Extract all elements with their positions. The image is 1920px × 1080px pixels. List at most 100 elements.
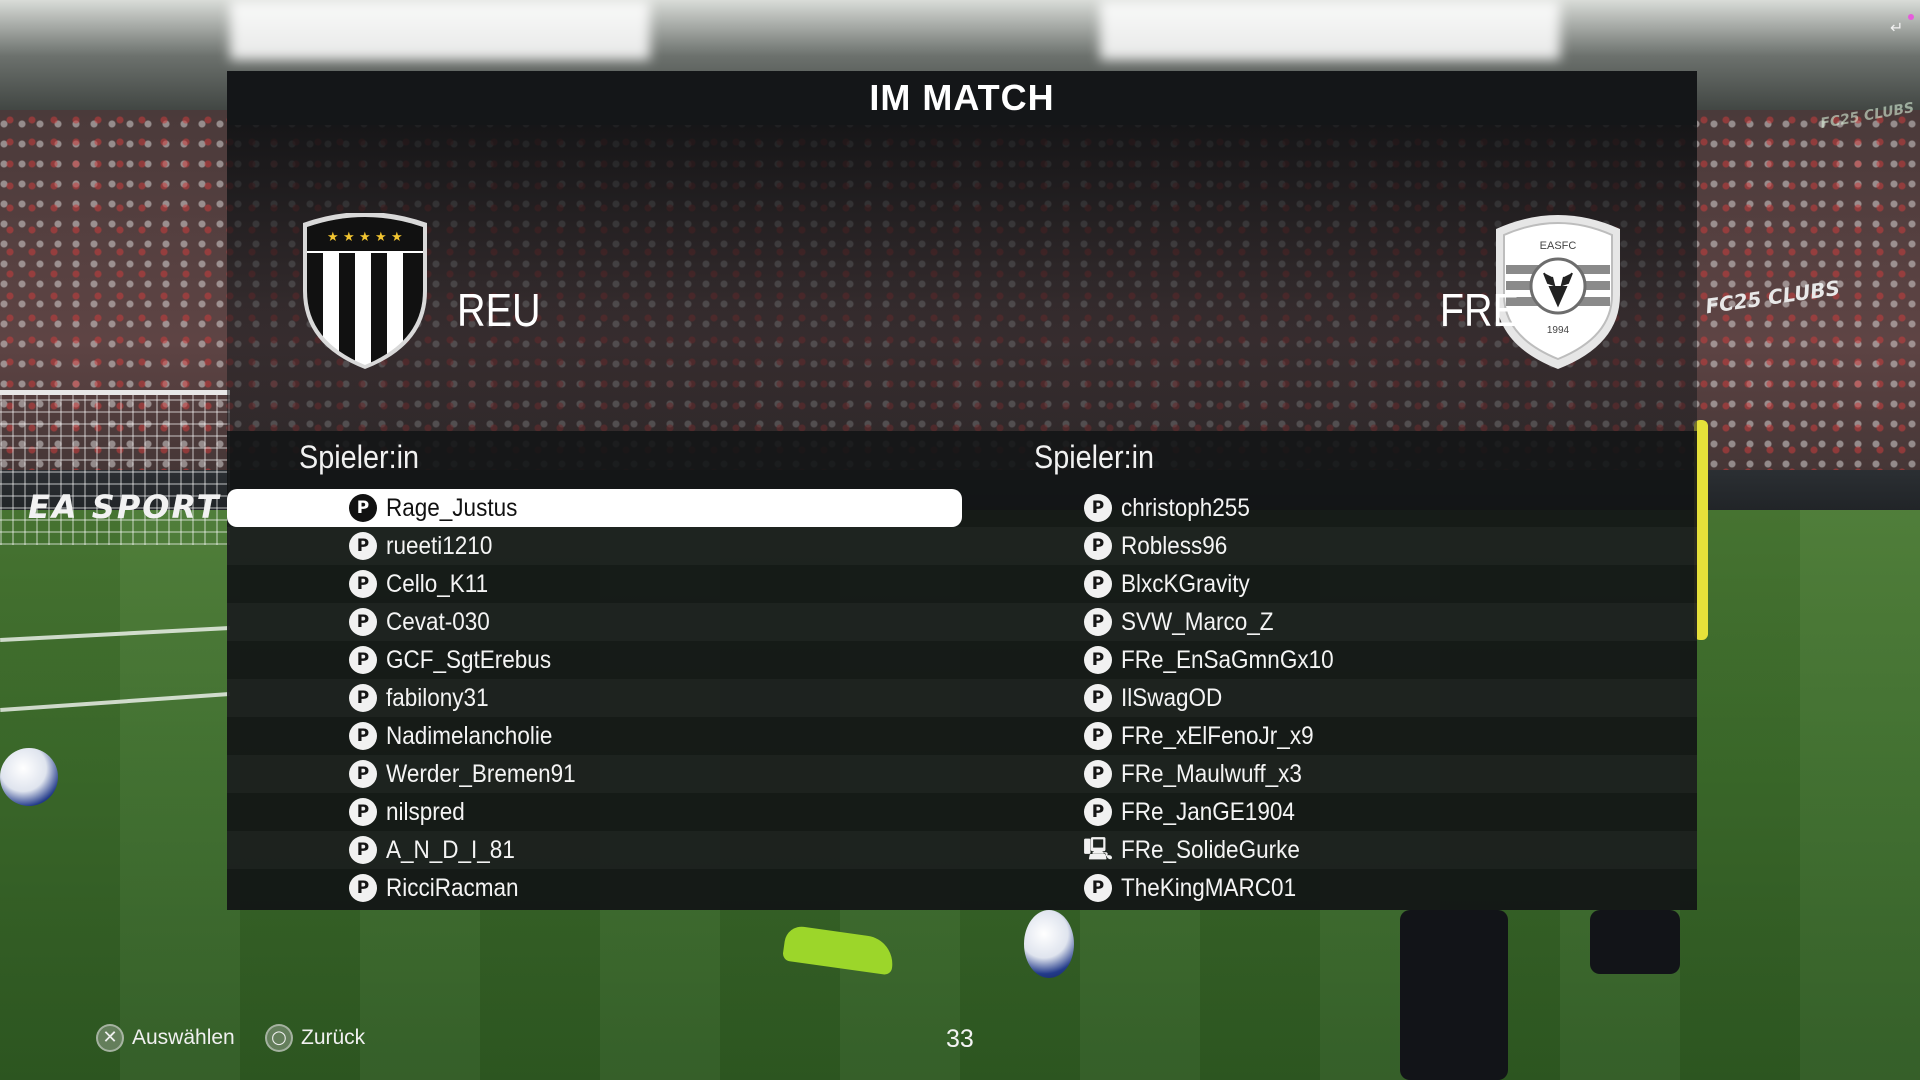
- home-roster-column: Spieler:in P Rage_Justus Prueeti1210 P Cello…: [227, 431, 962, 910]
- playstation-icon: P: [349, 532, 377, 560]
- player-name: nilspred: [386, 797, 465, 826]
- player-name: FRe_Maulwuff_x3: [1121, 759, 1302, 788]
- playstation-icon: P: [349, 874, 377, 902]
- match-timer: 33: [946, 1025, 974, 1053]
- playstation-icon: P: [349, 798, 377, 826]
- away-crest-year-text: 1994: [1547, 325, 1570, 336]
- player-row[interactable]: Pfabilony31: [227, 679, 962, 717]
- page-title: IM MATCH: [869, 77, 1055, 118]
- player-name: Rage_Justus: [386, 493, 518, 522]
- cross-button-icon: ✕: [96, 1024, 124, 1052]
- player-row[interactable]: 🖳 FRe_SolideGurke: [962, 831, 1697, 869]
- player-name: GCF_SgtErebus: [386, 645, 552, 674]
- playstation-icon: P: [1084, 532, 1112, 560]
- playstation-icon: P: [349, 608, 377, 636]
- player-row[interactable]: Pchristoph255: [962, 489, 1697, 527]
- player-leg: [1400, 910, 1508, 1080]
- playstation-icon: P: [1084, 570, 1112, 598]
- back-button[interactable]: ○ Zurück: [265, 1024, 365, 1052]
- playstation-icon: P: [349, 722, 377, 750]
- player-row[interactable]: P RicciRacman: [227, 869, 962, 907]
- playstation-icon: P: [1084, 646, 1112, 674]
- player-name: A_N_D_I_81: [386, 835, 515, 864]
- player-row[interactable]: P GCF_SgtErebus: [227, 641, 962, 679]
- playstation-icon: P: [1084, 684, 1112, 712]
- football: [0, 748, 58, 806]
- player-row[interactable]: P Rage_Justus: [227, 489, 962, 527]
- player-name: christoph255: [1121, 493, 1250, 522]
- player-row[interactable]: P Werder_Bremen91: [227, 755, 962, 793]
- notification-dot: [1908, 14, 1914, 20]
- player-row[interactable]: P Cello_K11: [227, 565, 962, 603]
- football: [1024, 910, 1074, 978]
- playstation-icon: P: [1084, 760, 1112, 788]
- pc-icon: 🖳: [1083, 837, 1113, 862]
- player-name: Werder_Bremen91: [386, 759, 576, 788]
- player-name: RicciRacman: [386, 873, 519, 902]
- player-row[interactable]: P FRe_Maulwuff_x3: [962, 755, 1697, 793]
- home-player-list: P Rage_Justus Prueeti1210 P Cello_K11 P Cevat-…: [227, 489, 962, 907]
- player-name: Cevat-030: [386, 607, 490, 636]
- playstation-icon: P: [1084, 608, 1112, 636]
- svg-text:★: ★: [375, 230, 387, 245]
- player-row[interactable]: P FRe_JanGE1904: [962, 793, 1697, 831]
- select-button-label: Auswählen: [132, 1026, 235, 1049]
- svg-text:★: ★: [359, 230, 371, 245]
- player-name: Nadimelancholie: [386, 721, 553, 750]
- away-team-abbreviation: FRE: [1439, 284, 1519, 336]
- player-row[interactable]: P SVW_Marco_Z: [962, 603, 1697, 641]
- player-row[interactable]: Pnilspred: [227, 793, 962, 831]
- home-team-abbreviation: REU: [457, 284, 541, 336]
- select-button[interactable]: ✕ Auswählen: [96, 1024, 235, 1052]
- player-name: rueeti1210: [386, 531, 493, 560]
- roster-table: Spieler:in P Rage_Justus Prueeti1210 P Cello…: [227, 431, 1697, 910]
- player-row[interactable]: P FRe_xElFenoJr_x9: [962, 717, 1697, 755]
- player-name: FRe_SolideGurke: [1121, 835, 1300, 864]
- player-name: fabilony31: [386, 683, 489, 712]
- playstation-icon: P: [1084, 722, 1112, 750]
- player-name: IlSwagOD: [1121, 683, 1223, 712]
- away-crest-top-text: EASFC: [1540, 240, 1577, 252]
- playstation-icon: P: [1084, 874, 1112, 902]
- player-name: Cello_K11: [386, 569, 489, 598]
- player-row[interactable]: P A_N_D_I_81: [227, 831, 962, 869]
- panel-header: IM MATCH: [227, 71, 1697, 125]
- teams-band: [227, 125, 1697, 431]
- player-name: Robless96: [1121, 531, 1228, 560]
- playstation-icon: P: [1084, 798, 1112, 826]
- player-name: FRe_EnSaGmnGx10: [1121, 645, 1334, 674]
- playstation-icon: P: [349, 646, 377, 674]
- player-row[interactable]: P BlxcKGravity: [962, 565, 1697, 603]
- away-roster-column: Spieler:in Pchristoph255 P Robless96 P BlxcK…: [962, 431, 1697, 910]
- circle-button-icon: ○: [265, 1024, 293, 1052]
- player-name: BlxcKGravity: [1121, 569, 1250, 598]
- player-row[interactable]: P Cevat-030: [227, 603, 962, 641]
- player-leg: [1590, 910, 1680, 974]
- playstation-icon: P: [349, 570, 377, 598]
- player-row[interactable]: P IlSwagOD: [962, 679, 1697, 717]
- svg-text:★: ★: [327, 230, 339, 245]
- player-row[interactable]: P FRe_EnSaGmnGx10: [962, 641, 1697, 679]
- player-name: FRe_xElFenoJr_x9: [1121, 721, 1314, 750]
- player-name: SVW_Marco_Z: [1121, 607, 1274, 636]
- playstation-icon: P: [1084, 494, 1112, 522]
- match-lineup-panel: IM MATCH ★ ★ ★ ★ ★ REU EASFC 1994 FRE Sp…: [227, 71, 1697, 910]
- svg-text:★: ★: [391, 230, 403, 245]
- away-player-list: Pchristoph255 P Robless96 P BlxcKGravity P SVW…: [962, 489, 1697, 907]
- player-name: FRe_JanGE1904: [1121, 797, 1295, 826]
- away-column-header: Spieler:in: [1034, 439, 1155, 475]
- player-row[interactable]: P Nadimelancholie: [227, 717, 962, 755]
- playstation-icon: P: [349, 836, 377, 864]
- player-name: TheKingMARC01: [1121, 873, 1297, 902]
- home-column-header: Spieler:in: [299, 439, 420, 475]
- player-row[interactable]: P TheKingMARC01: [962, 869, 1697, 907]
- player-row[interactable]: P Robless96: [962, 527, 1697, 565]
- sponsor-board-left: EA SPORT: [28, 488, 221, 526]
- playstation-icon: P: [349, 494, 377, 522]
- exit-arrow-icon[interactable]: ↵: [1890, 20, 1908, 36]
- playstation-icon: P: [349, 684, 377, 712]
- playstation-icon: P: [349, 760, 377, 788]
- home-team-crest-icon: ★ ★ ★ ★ ★: [299, 213, 431, 369]
- player-row[interactable]: Prueeti1210: [227, 527, 962, 565]
- svg-text:★: ★: [343, 230, 355, 245]
